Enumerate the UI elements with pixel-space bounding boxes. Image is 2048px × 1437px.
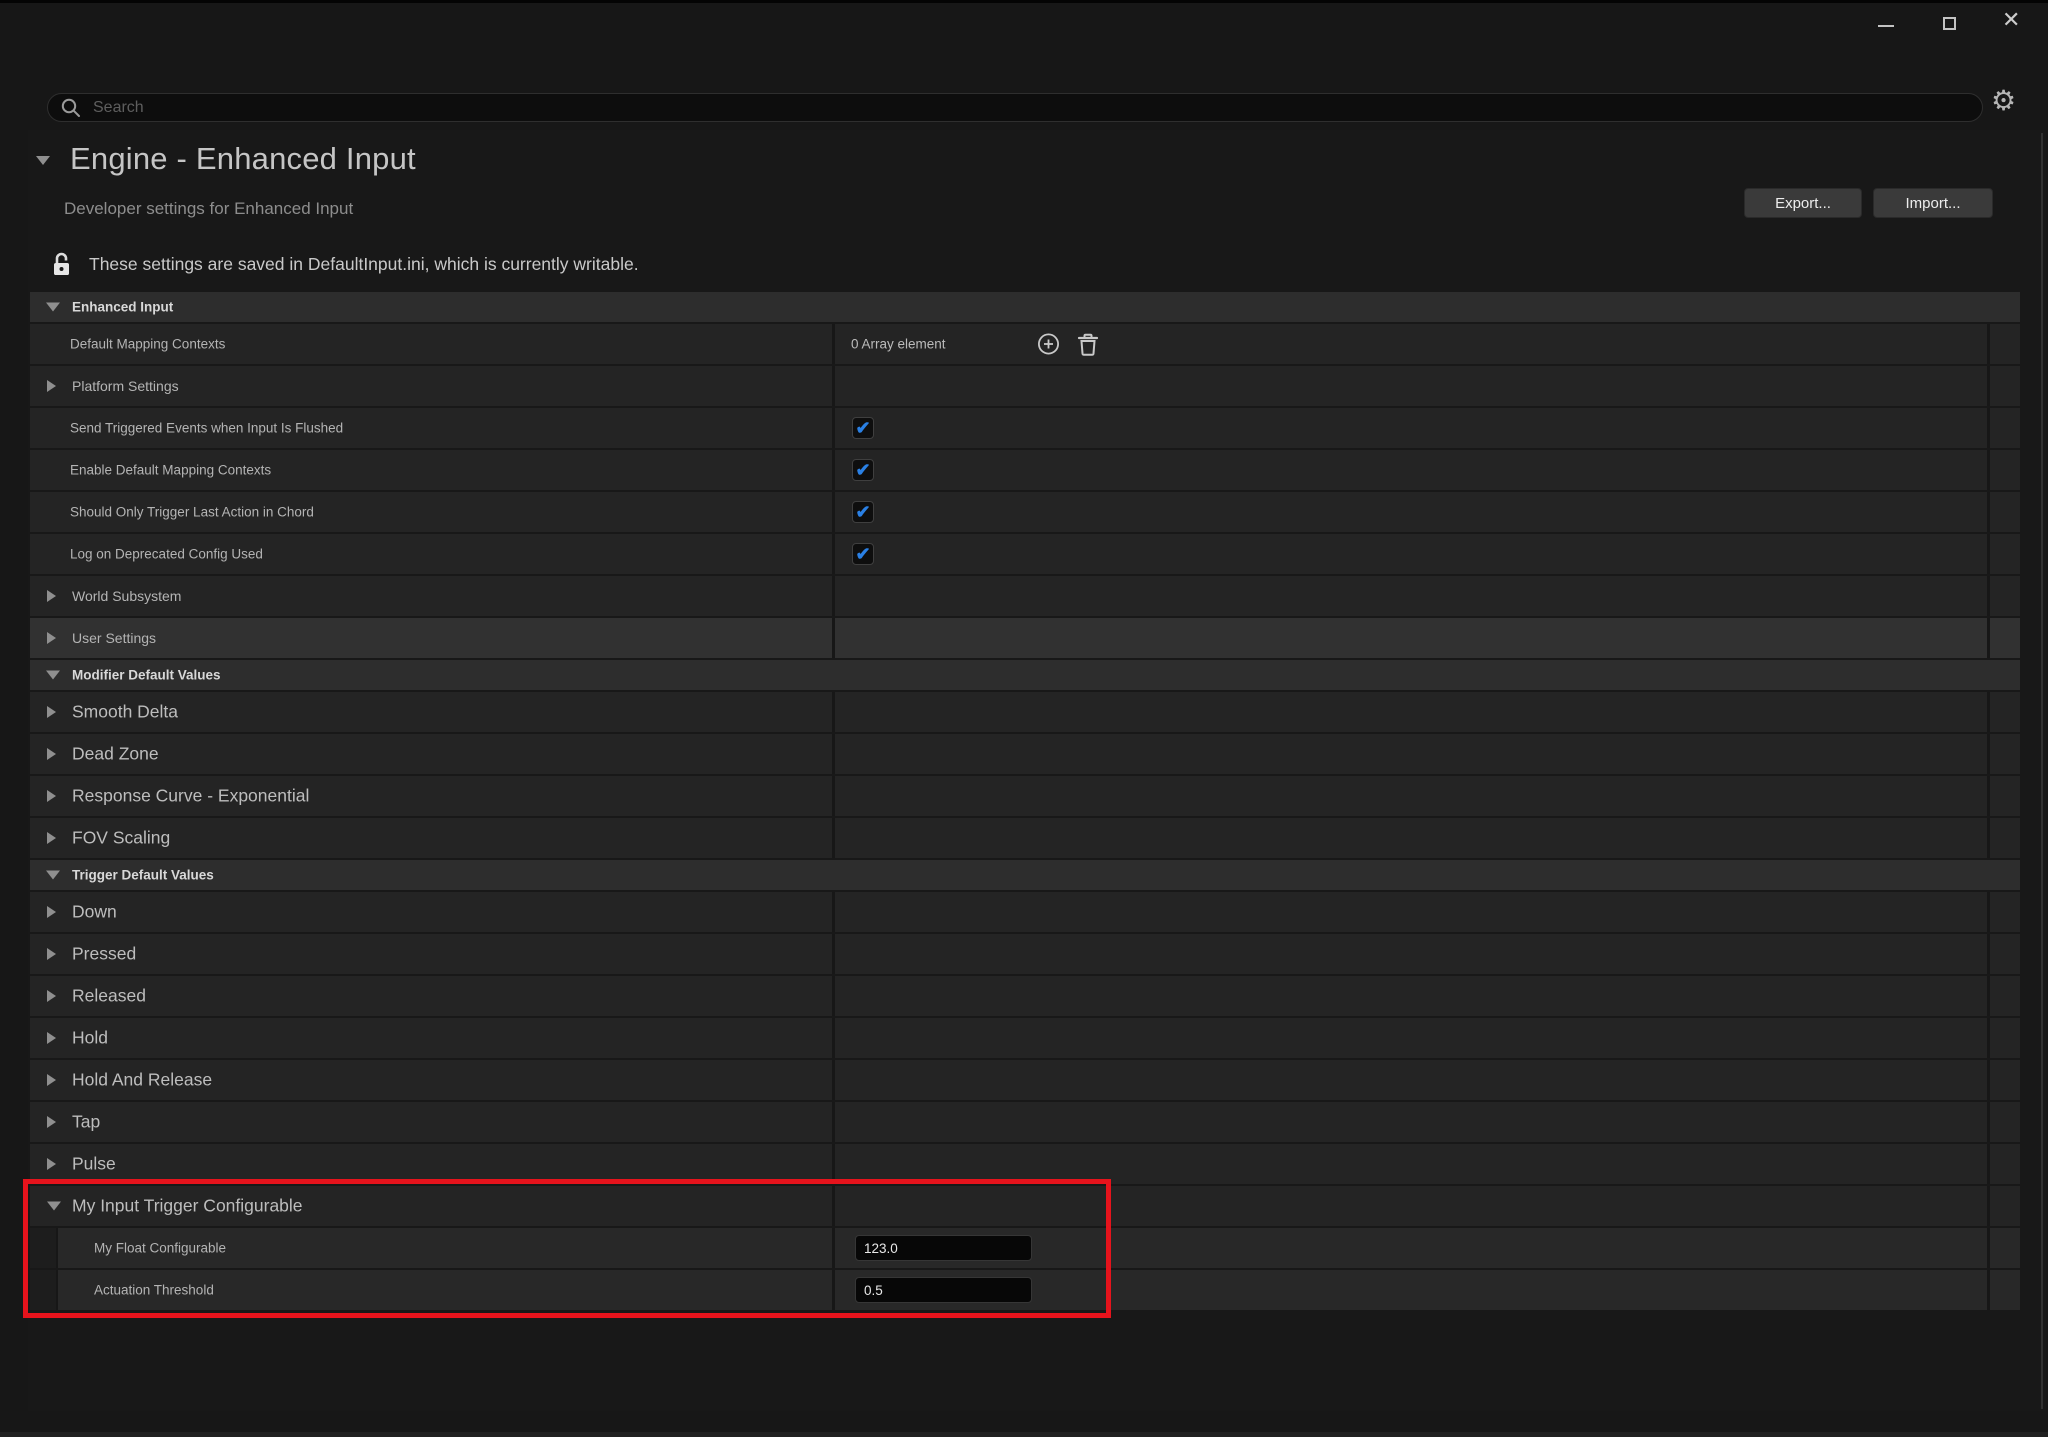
row-label: World Subsystem: [72, 588, 181, 604]
row-label: Should Only Trigger Last Action in Chord: [70, 505, 314, 520]
chevron-right-icon: [47, 1074, 56, 1086]
row-world-subsystem[interactable]: World Subsystem: [30, 576, 2020, 616]
row-user-settings[interactable]: User Settings: [30, 618, 2020, 658]
row-label: Down: [72, 902, 117, 923]
row-my-input-trigger-configurable[interactable]: My Input Trigger Configurable: [30, 1186, 2020, 1226]
page-subtitle: Developer settings for Enhanced Input: [64, 199, 353, 219]
row-pulse[interactable]: Pulse: [30, 1144, 2020, 1184]
row-label: Platform Settings: [72, 378, 179, 394]
clear-array-trash-icon[interactable]: [1076, 331, 1100, 357]
chevron-down-icon: [46, 871, 60, 880]
search-input[interactable]: [83, 99, 1982, 117]
row-label: Actuation Threshold: [94, 1283, 214, 1298]
row-label: Pressed: [72, 944, 136, 965]
unlocked-padlock-icon: [52, 250, 75, 278]
row-dead-zone[interactable]: Dead Zone: [30, 734, 2020, 774]
page-title: Engine - Enhanced Input: [70, 141, 416, 177]
settings-table: Enhanced Input Default Mapping Contexts …: [30, 292, 2020, 1312]
chevron-right-icon: [47, 1032, 56, 1044]
chevron-right-icon: [47, 948, 56, 960]
row-log-on-deprecated-config[interactable]: Log on Deprecated Config Used: [30, 534, 2020, 574]
row-label: Dead Zone: [72, 744, 159, 765]
row-enable-default-mapping-contexts[interactable]: Enable Default Mapping Contexts: [30, 450, 2020, 490]
chevron-down-icon[interactable]: [36, 156, 50, 165]
row-send-triggered-events[interactable]: Send Triggered Events when Input Is Flus…: [30, 408, 2020, 448]
chevron-right-icon: [47, 832, 56, 844]
checkbox-checked[interactable]: [852, 417, 874, 439]
row-my-float-configurable[interactable]: My Float Configurable: [30, 1228, 2020, 1268]
window-bottom-edge: [0, 1432, 2048, 1437]
row-label: My Input Trigger Configurable: [72, 1196, 303, 1217]
row-tap[interactable]: Tap: [30, 1102, 2020, 1142]
actuation-threshold-input[interactable]: [855, 1277, 1032, 1303]
indent-cell: [30, 1228, 58, 1268]
indent-cell: [30, 1270, 58, 1310]
section-enhanced-input[interactable]: Enhanced Input: [30, 292, 2020, 322]
settings-gear-icon[interactable]: [1991, 87, 2016, 115]
chevron-right-icon: [47, 706, 56, 718]
row-default-mapping-contexts[interactable]: Default Mapping Contexts 0 Array element: [30, 324, 2020, 364]
row-label: Tap: [72, 1112, 100, 1133]
settings-search-bar[interactable]: [47, 93, 1983, 122]
row-should-only-trigger-last-action[interactable]: Should Only Trigger Last Action in Chord: [30, 492, 2020, 532]
row-response-curve-exponential[interactable]: Response Curve - Exponential: [30, 776, 2020, 816]
chevron-right-icon: [47, 748, 56, 760]
chevron-right-icon: [47, 590, 56, 602]
row-label: Hold And Release: [72, 1070, 212, 1091]
section-modifier-default-values[interactable]: Modifier Default Values: [30, 660, 2020, 690]
chevron-down-icon: [46, 671, 60, 680]
row-label: Smooth Delta: [72, 702, 178, 723]
row-hold[interactable]: Hold: [30, 1018, 2020, 1058]
row-label: Enable Default Mapping Contexts: [70, 463, 271, 478]
chevron-right-icon: [47, 790, 56, 802]
chevron-right-icon: [47, 380, 56, 392]
row-label: User Settings: [72, 630, 156, 646]
row-actuation-threshold[interactable]: Actuation Threshold: [30, 1270, 2020, 1310]
section-trigger-default-values[interactable]: Trigger Default Values: [30, 860, 2020, 890]
checkbox-checked[interactable]: [852, 501, 874, 523]
row-label: Send Triggered Events when Input Is Flus…: [70, 421, 343, 436]
checkbox-checked[interactable]: [852, 543, 874, 565]
add-array-element-icon[interactable]: [1036, 332, 1061, 357]
minimize-button[interactable]: [1878, 25, 1894, 27]
project-settings-window: Engine - Enhanced Input Developer settin…: [0, 0, 2048, 1437]
chevron-down-icon: [47, 1202, 61, 1211]
row-label: Released: [72, 986, 146, 1007]
row-fov-scaling[interactable]: FOV Scaling: [30, 818, 2020, 858]
row-label: Response Curve - Exponential: [72, 786, 309, 807]
search-icon: [59, 96, 83, 120]
section-label: Modifier Default Values: [72, 668, 221, 683]
row-platform-settings[interactable]: Platform Settings: [30, 366, 2020, 406]
section-label: Enhanced Input: [72, 300, 173, 315]
array-count-text: 0 Array element: [851, 337, 946, 352]
row-label: Default Mapping Contexts: [70, 337, 225, 352]
import-button[interactable]: Import...: [1873, 188, 1993, 218]
close-button[interactable]: [2002, 9, 2020, 31]
chevron-right-icon: [47, 990, 56, 1002]
chevron-right-icon: [47, 906, 56, 918]
row-label: Log on Deprecated Config Used: [70, 547, 263, 562]
maximize-button[interactable]: [1943, 17, 1956, 30]
chevron-right-icon: [47, 632, 56, 644]
row-pressed[interactable]: Pressed: [30, 934, 2020, 974]
export-button[interactable]: Export...: [1744, 188, 1862, 218]
my-float-configurable-input[interactable]: [855, 1235, 1032, 1261]
row-label: FOV Scaling: [72, 828, 170, 849]
row-down[interactable]: Down: [30, 892, 2020, 932]
chevron-down-icon: [46, 303, 60, 312]
row-label: Pulse: [72, 1154, 116, 1175]
row-label: Hold: [72, 1028, 108, 1049]
row-smooth-delta[interactable]: Smooth Delta: [30, 692, 2020, 732]
chevron-right-icon: [47, 1158, 56, 1170]
row-label: My Float Configurable: [94, 1241, 226, 1256]
row-released[interactable]: Released: [30, 976, 2020, 1016]
section-label: Trigger Default Values: [72, 868, 214, 883]
checkbox-checked[interactable]: [852, 459, 874, 481]
row-hold-and-release[interactable]: Hold And Release: [30, 1060, 2020, 1100]
config-file-note: These settings are saved in DefaultInput…: [89, 254, 639, 275]
chevron-right-icon: [47, 1116, 56, 1128]
panel-scrollbar[interactable]: [2041, 133, 2043, 1409]
